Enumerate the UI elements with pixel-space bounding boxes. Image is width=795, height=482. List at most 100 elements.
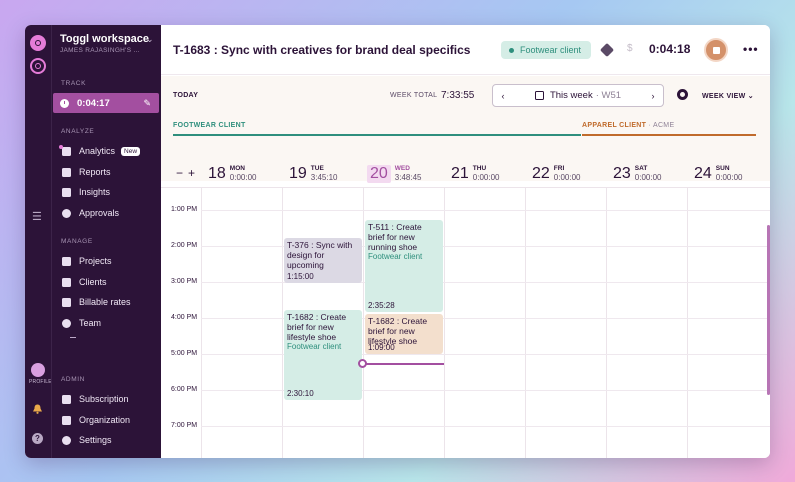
billable-icon[interactable]: $ (627, 43, 633, 54)
check-circle-icon (62, 208, 71, 218)
day-number: 18 (208, 165, 226, 182)
entry-title: T-376 : Sync with design for upcoming (287, 240, 353, 270)
entry-duration: 2:30:10 (287, 388, 314, 398)
sidebar-item-label: Team (79, 318, 102, 328)
entry-title: T-511 : Create brief for new running sho… (368, 222, 422, 252)
time-entry-block[interactable]: T-1682 : Create brief for new lifestyle … (365, 314, 443, 354)
bar-chart-icon (62, 146, 71, 156)
collapse-sidebar-icon[interactable]: ☰ (32, 212, 42, 223)
today-button[interactable]: TODAY (173, 92, 198, 99)
current-entry-title[interactable]: T-1683 : Sync with creatives for brand d… (173, 43, 470, 57)
time-entry-block[interactable]: T-1682 : Create brief for new lifestyle … (284, 310, 362, 400)
sidebar-item-insights[interactable]: Insights (62, 187, 110, 197)
day-name: SUN (715, 165, 730, 173)
building-icon (62, 415, 71, 425)
day-divider (282, 188, 283, 458)
entry-duration: 1:09:00 (368, 342, 395, 352)
entry-title: T-1682 : Create brief for new lifestyle … (287, 312, 347, 342)
sidebar-item-team[interactable]: Team (62, 318, 101, 328)
day-header-sat: 23 SAT 0:00:00 (613, 163, 662, 185)
sidebar-item-label: Projects (79, 256, 112, 266)
chevron-right-icon[interactable]: › (643, 91, 663, 101)
day-header-thu: 21 THU 0:00:00 (451, 163, 500, 185)
time-entry-block[interactable]: T-511 : Create brief for new running sho… (365, 220, 443, 312)
client-bar-apparel (582, 134, 756, 136)
insights-icon (62, 187, 71, 197)
sidebar-item-subscription[interactable]: Subscription (62, 394, 129, 404)
project-name: Footwear client (520, 45, 582, 55)
day-name: THU (472, 165, 487, 173)
team-icon (62, 318, 71, 328)
sidebar-item-reports[interactable]: Reports (62, 167, 111, 177)
sidebar-item-label: Approvals (79, 208, 120, 218)
client-bar-footwear (173, 134, 581, 136)
chevron-down-icon[interactable]: ⌄ (146, 34, 154, 45)
entry-duration: 1:15:00 (287, 271, 314, 281)
workspace-owner: JAMES RAJASINGH'S ... (60, 47, 140, 54)
sidebar-item-label: Reports (79, 167, 111, 177)
hour-label: 3:00 PM (171, 278, 198, 285)
week-selector[interactable]: This week · W51 (513, 90, 643, 101)
hour-label: 1:00 PM (171, 206, 198, 213)
track-mode-icon[interactable] (30, 58, 46, 74)
day-total: 0:00:00 (553, 173, 581, 183)
app-window: ☰ PROFILE ? Toggl workspace ⌄ JAMES RAJA… (25, 25, 770, 458)
sidebar-item-billable-rates[interactable]: Billable rates (62, 297, 131, 307)
time-entry-block[interactable]: T-376 : Sync with design for upcoming 1:… (284, 238, 362, 283)
help-icon[interactable]: ? (32, 433, 43, 444)
entry-duration: 2:35:28 (368, 300, 395, 310)
day-name: SAT (634, 165, 648, 173)
section-track: TRACK (61, 80, 87, 87)
sidebar-item-label: Billable rates (79, 297, 131, 307)
toggl-logo-icon[interactable] (30, 35, 46, 51)
profile-button[interactable]: PROFILE (29, 363, 52, 385)
day-header-mon: 18 MON 0:00:00 (208, 163, 257, 185)
credit-card-icon (62, 394, 71, 404)
stop-timer-button[interactable] (704, 38, 728, 62)
sidebar-item-clients[interactable]: Clients (62, 277, 107, 287)
day-header-tue: 19 TUE 3:45:10 (289, 163, 338, 185)
sidebar-item-analytics[interactable]: Analytics New (59, 145, 141, 156)
calendar-grid[interactable]: 1:00 PM 2:00 PM 3:00 PM 4:00 PM 5:00 PM … (161, 187, 770, 458)
more-options-icon[interactable]: ••• (743, 42, 759, 56)
hour-line (201, 426, 770, 427)
sidebar-item-label: Analytics (79, 146, 116, 156)
section-analyze: ANALYZE (61, 128, 95, 135)
day-number: 20 (367, 165, 391, 183)
week-picker: ‹ This week · W51 › (492, 84, 664, 107)
day-divider (525, 188, 526, 458)
day-header-fri: 22 FRI 0:00:00 (532, 163, 581, 185)
play-icon[interactable] (358, 359, 367, 368)
view-selector[interactable]: WEEK VIEW ⌄ (702, 92, 754, 100)
zoom-controls[interactable]: −+ (176, 166, 200, 180)
workspace-name[interactable]: Toggl workspace (60, 33, 149, 45)
day-divider (687, 188, 688, 458)
project-color-dot (509, 47, 514, 53)
profile-label: PROFILE (29, 379, 52, 385)
sidebar-item-label: Subscription (79, 394, 129, 404)
main-area: T-1683 : Sync with creatives for brand d… (161, 25, 770, 458)
day-total: 0:00:00 (715, 173, 743, 183)
sidebar-item-label: Settings (79, 435, 112, 445)
sidebar-item-projects[interactable]: Projects (62, 256, 112, 266)
day-total: 3:48:45 (394, 173, 422, 183)
day-number: 19 (289, 165, 307, 182)
day-number: 23 (613, 165, 631, 182)
day-number: 22 (532, 165, 550, 182)
day-divider (201, 188, 202, 458)
bell-icon[interactable] (32, 404, 43, 414)
running-time: 0:04:18 (649, 42, 691, 56)
calendar-settings-icon[interactable] (677, 89, 688, 100)
sidebar-item-approvals[interactable]: Approvals (62, 208, 119, 218)
scrollbar[interactable] (767, 225, 770, 395)
gear-icon (62, 435, 71, 445)
pencil-icon[interactable]: ✎ (143, 98, 151, 109)
icon-rail: ☰ PROFILE ? (25, 25, 52, 458)
calendar-icon (534, 91, 544, 100)
sidebar-item-settings[interactable]: Settings (62, 435, 112, 445)
sidebar-item-timer[interactable]: 0:04:17 ✎ (53, 93, 159, 113)
chevron-left-icon[interactable]: ‹ (493, 91, 513, 101)
clock-icon (60, 98, 69, 108)
sidebar-item-organization[interactable]: Organization (62, 415, 130, 425)
project-pill[interactable]: Footwear client (501, 41, 592, 59)
